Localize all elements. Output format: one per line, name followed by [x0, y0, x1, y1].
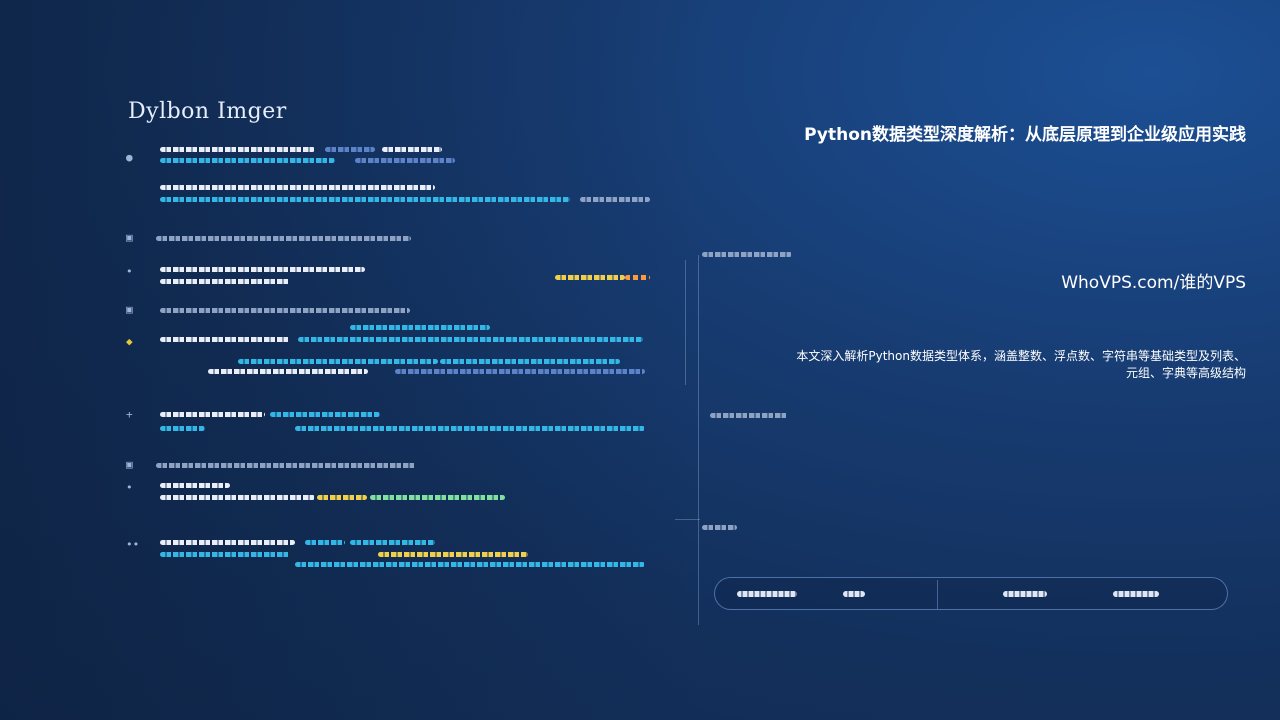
- bullet-icon: •: [126, 265, 133, 278]
- side-tag: [702, 252, 792, 257]
- square-icon: ▣: [126, 231, 133, 244]
- tab-label-mark: [1113, 591, 1159, 597]
- tab-label-mark: [737, 591, 797, 597]
- bullet-icon: •: [126, 481, 133, 494]
- square-icon: ▣: [126, 458, 133, 471]
- code-illustration: Dylbon Imger ● ▣ • ▣ ◆ + ▣ • ••: [120, 95, 792, 625]
- summary-line: 元组、字典等高级结构: [1125, 366, 1246, 380]
- bullet-icon: ••: [126, 538, 140, 551]
- side-tag: [710, 413, 788, 418]
- connector-line: [698, 255, 699, 625]
- tab-label-mark: [1003, 591, 1047, 597]
- code-illustration-title: Dylbon Imger: [128, 99, 287, 124]
- square-icon: ▣: [126, 303, 133, 316]
- article-headline: Python数据类型深度解析：从底层原理到企业级应用实践: [804, 125, 1246, 145]
- site-name: WhoVPS.com/谁的VPS: [1061, 273, 1246, 293]
- tab-label-mark: [843, 591, 865, 597]
- connector-line: [675, 519, 700, 520]
- article-summary: 本文深入解析Python数据类型体系，涵盖整数、浮点数、字符串等基础类型及列表、…: [686, 348, 1246, 382]
- marker-icon: ◆: [126, 335, 133, 348]
- side-tag: [702, 525, 737, 530]
- bullet-icon: ●: [126, 151, 133, 164]
- summary-line: 本文深入解析Python数据类型体系，涵盖整数、浮点数、字符串等基础类型及列表、: [796, 349, 1246, 363]
- plus-icon: +: [126, 408, 133, 421]
- decorative-tab-bar: [714, 577, 1228, 610]
- tab-divider: [937, 580, 938, 609]
